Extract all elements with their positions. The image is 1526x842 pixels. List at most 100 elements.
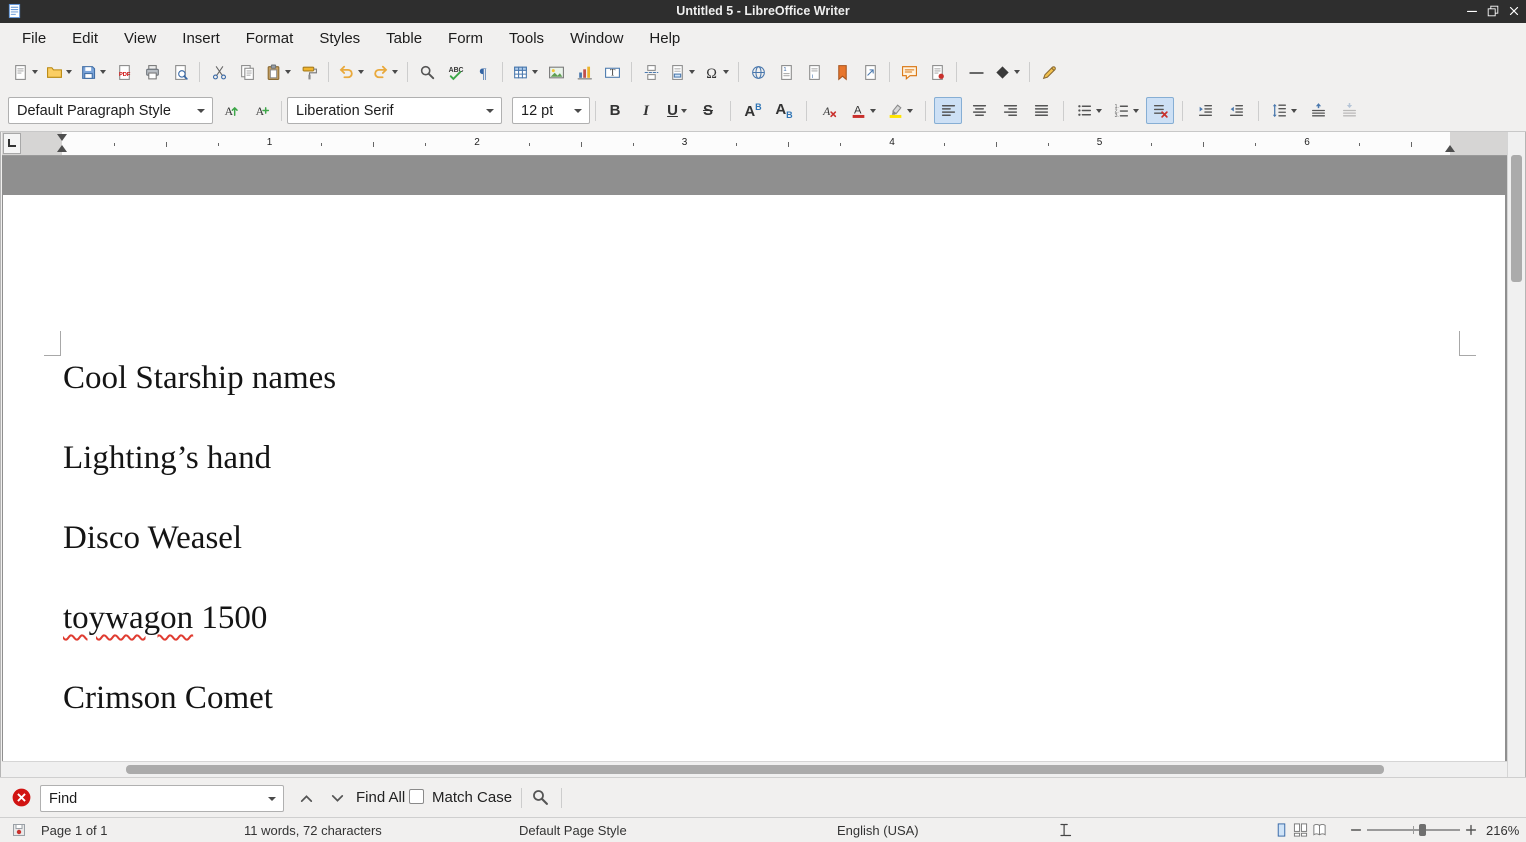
find-and-replace-button[interactable] [413, 59, 441, 86]
dropdown-arrow-icon[interactable] [32, 70, 38, 74]
strikethrough-button[interactable]: S [694, 97, 722, 124]
open-button[interactable] [42, 59, 76, 86]
chevron-down-icon[interactable] [486, 109, 494, 113]
subscript-button[interactable]: AB [770, 97, 798, 124]
align-right-button[interactable] [996, 97, 1024, 124]
insert-table-button[interactable] [508, 59, 542, 86]
align-justify-button[interactable] [1027, 97, 1055, 124]
no-list-button[interactable] [1146, 97, 1174, 124]
close-button[interactable] [1507, 4, 1521, 18]
italic-button[interactable]: I [632, 97, 660, 124]
horizontal-scrollbar[interactable] [2, 761, 1507, 777]
font-name-combo[interactable]: Liberation Serif [287, 97, 502, 124]
dropdown-arrow-icon[interactable] [285, 70, 291, 74]
insert-hyperlink-button[interactable] [744, 59, 772, 86]
tab-stop-selector[interactable] [3, 133, 21, 154]
track-changes-button[interactable] [923, 59, 951, 86]
insert-comment-button[interactable] [895, 59, 923, 86]
zoom-out-icon[interactable] [1349, 823, 1363, 837]
document-text[interactable]: Cool Starship namesLighting’s handDisco … [63, 358, 1459, 758]
insert-image-button[interactable] [542, 59, 570, 86]
dropdown-arrow-icon[interactable] [681, 109, 687, 113]
match-case-checkbox[interactable] [409, 789, 424, 804]
align-left-button[interactable] [934, 97, 962, 124]
menu-form[interactable]: Form [435, 23, 496, 54]
vertical-scrollbar-thumb[interactable] [1511, 155, 1522, 282]
insert-horizontal-line-button[interactable] [962, 59, 990, 86]
chevron-down-icon[interactable] [197, 109, 205, 113]
insert-cross-reference-button[interactable] [856, 59, 884, 86]
undo-button[interactable] [334, 59, 368, 86]
dropdown-arrow-icon[interactable] [1291, 109, 1297, 113]
align-center-button[interactable] [965, 97, 993, 124]
menu-table[interactable]: Table [373, 23, 435, 54]
font-size-combo[interactable]: 12 pt [512, 97, 590, 124]
formatting-marks-button[interactable]: ¶ [469, 59, 497, 86]
save-button[interactable] [76, 59, 110, 86]
dropdown-arrow-icon[interactable] [532, 70, 538, 74]
left-indent-marker[interactable] [57, 145, 67, 152]
basic-shapes-button[interactable] [990, 59, 1024, 86]
single-page-view-button[interactable] [1274, 822, 1289, 838]
menu-window[interactable]: Window [557, 23, 636, 54]
paragraph-style-combo[interactable]: Default Paragraph Style [8, 97, 213, 124]
dropdown-arrow-icon[interactable] [870, 109, 876, 113]
menu-tools[interactable]: Tools [496, 23, 557, 54]
show-draw-functions-button[interactable] [1035, 59, 1063, 86]
decrease-indent-button[interactable] [1222, 97, 1250, 124]
dropdown-arrow-icon[interactable] [689, 70, 695, 74]
insert-special-character-button[interactable]: Ω [699, 59, 733, 86]
find-next-button[interactable] [323, 785, 351, 812]
minimize-button[interactable] [1465, 4, 1479, 18]
insert-footnote-button[interactable]: 1 [772, 59, 800, 86]
clone-formatting-button[interactable] [295, 59, 323, 86]
dropdown-arrow-icon[interactable] [907, 109, 913, 113]
font-color-button[interactable]: A [846, 97, 880, 124]
multi-page-view-button[interactable] [1293, 822, 1308, 838]
insert-page-break-button[interactable] [637, 59, 665, 86]
chevron-down-icon[interactable] [268, 797, 276, 801]
highlight-color-button[interactable] [883, 97, 917, 124]
dropdown-arrow-icon[interactable] [723, 70, 729, 74]
dropdown-arrow-icon[interactable] [66, 70, 72, 74]
dropdown-arrow-icon[interactable] [100, 70, 106, 74]
zoom-level[interactable]: 216% [1486, 823, 1519, 838]
find-and-replace-icon[interactable] [531, 788, 550, 807]
document-page[interactable]: Cool Starship namesLighting’s handDisco … [3, 195, 1505, 761]
page-style-status[interactable]: Default Page Style [519, 823, 627, 838]
dropdown-arrow-icon[interactable] [358, 70, 364, 74]
bold-button[interactable]: B [601, 97, 629, 124]
document-modified-icon[interactable] [11, 822, 27, 838]
new-document-button[interactable] [8, 59, 42, 86]
menu-view[interactable]: View [111, 23, 169, 54]
right-indent-marker[interactable] [1445, 145, 1455, 152]
zoom-slider-thumb[interactable] [1419, 824, 1426, 836]
menu-insert[interactable]: Insert [169, 23, 233, 54]
paste-button[interactable] [261, 59, 295, 86]
line-spacing-button[interactable] [1267, 97, 1301, 124]
restore-button[interactable] [1486, 4, 1500, 18]
vertical-scrollbar[interactable] [1507, 132, 1524, 777]
bullet-list-button[interactable] [1072, 97, 1106, 124]
new-style-button[interactable]: A [248, 97, 276, 124]
increase-indent-button[interactable] [1191, 97, 1219, 124]
update-style-button[interactable]: A [217, 97, 245, 124]
print-preview-button[interactable] [166, 59, 194, 86]
close-find-bar-button[interactable] [12, 788, 31, 807]
paragraph[interactable]: toywagon 1500 [63, 598, 1459, 638]
dropdown-arrow-icon[interactable] [1133, 109, 1139, 113]
decrease-paragraph-spacing-button[interactable] [1335, 97, 1363, 124]
menu-format[interactable]: Format [233, 23, 307, 54]
language-status[interactable]: English (USA) [837, 823, 919, 838]
zoom-slider[interactable] [1367, 823, 1460, 837]
clear-formatting-button[interactable]: A [815, 97, 843, 124]
first-line-indent-marker[interactable] [57, 134, 67, 141]
insert-text-box-button[interactable]: T [598, 59, 626, 86]
copy-button[interactable] [233, 59, 261, 86]
dropdown-arrow-icon[interactable] [392, 70, 398, 74]
insert-bookmark-button[interactable] [828, 59, 856, 86]
menu-styles[interactable]: Styles [306, 23, 373, 54]
paragraph[interactable]: Cool Starship names [63, 358, 1459, 398]
menu-file[interactable]: File [9, 23, 59, 54]
increase-paragraph-spacing-button[interactable] [1304, 97, 1332, 124]
